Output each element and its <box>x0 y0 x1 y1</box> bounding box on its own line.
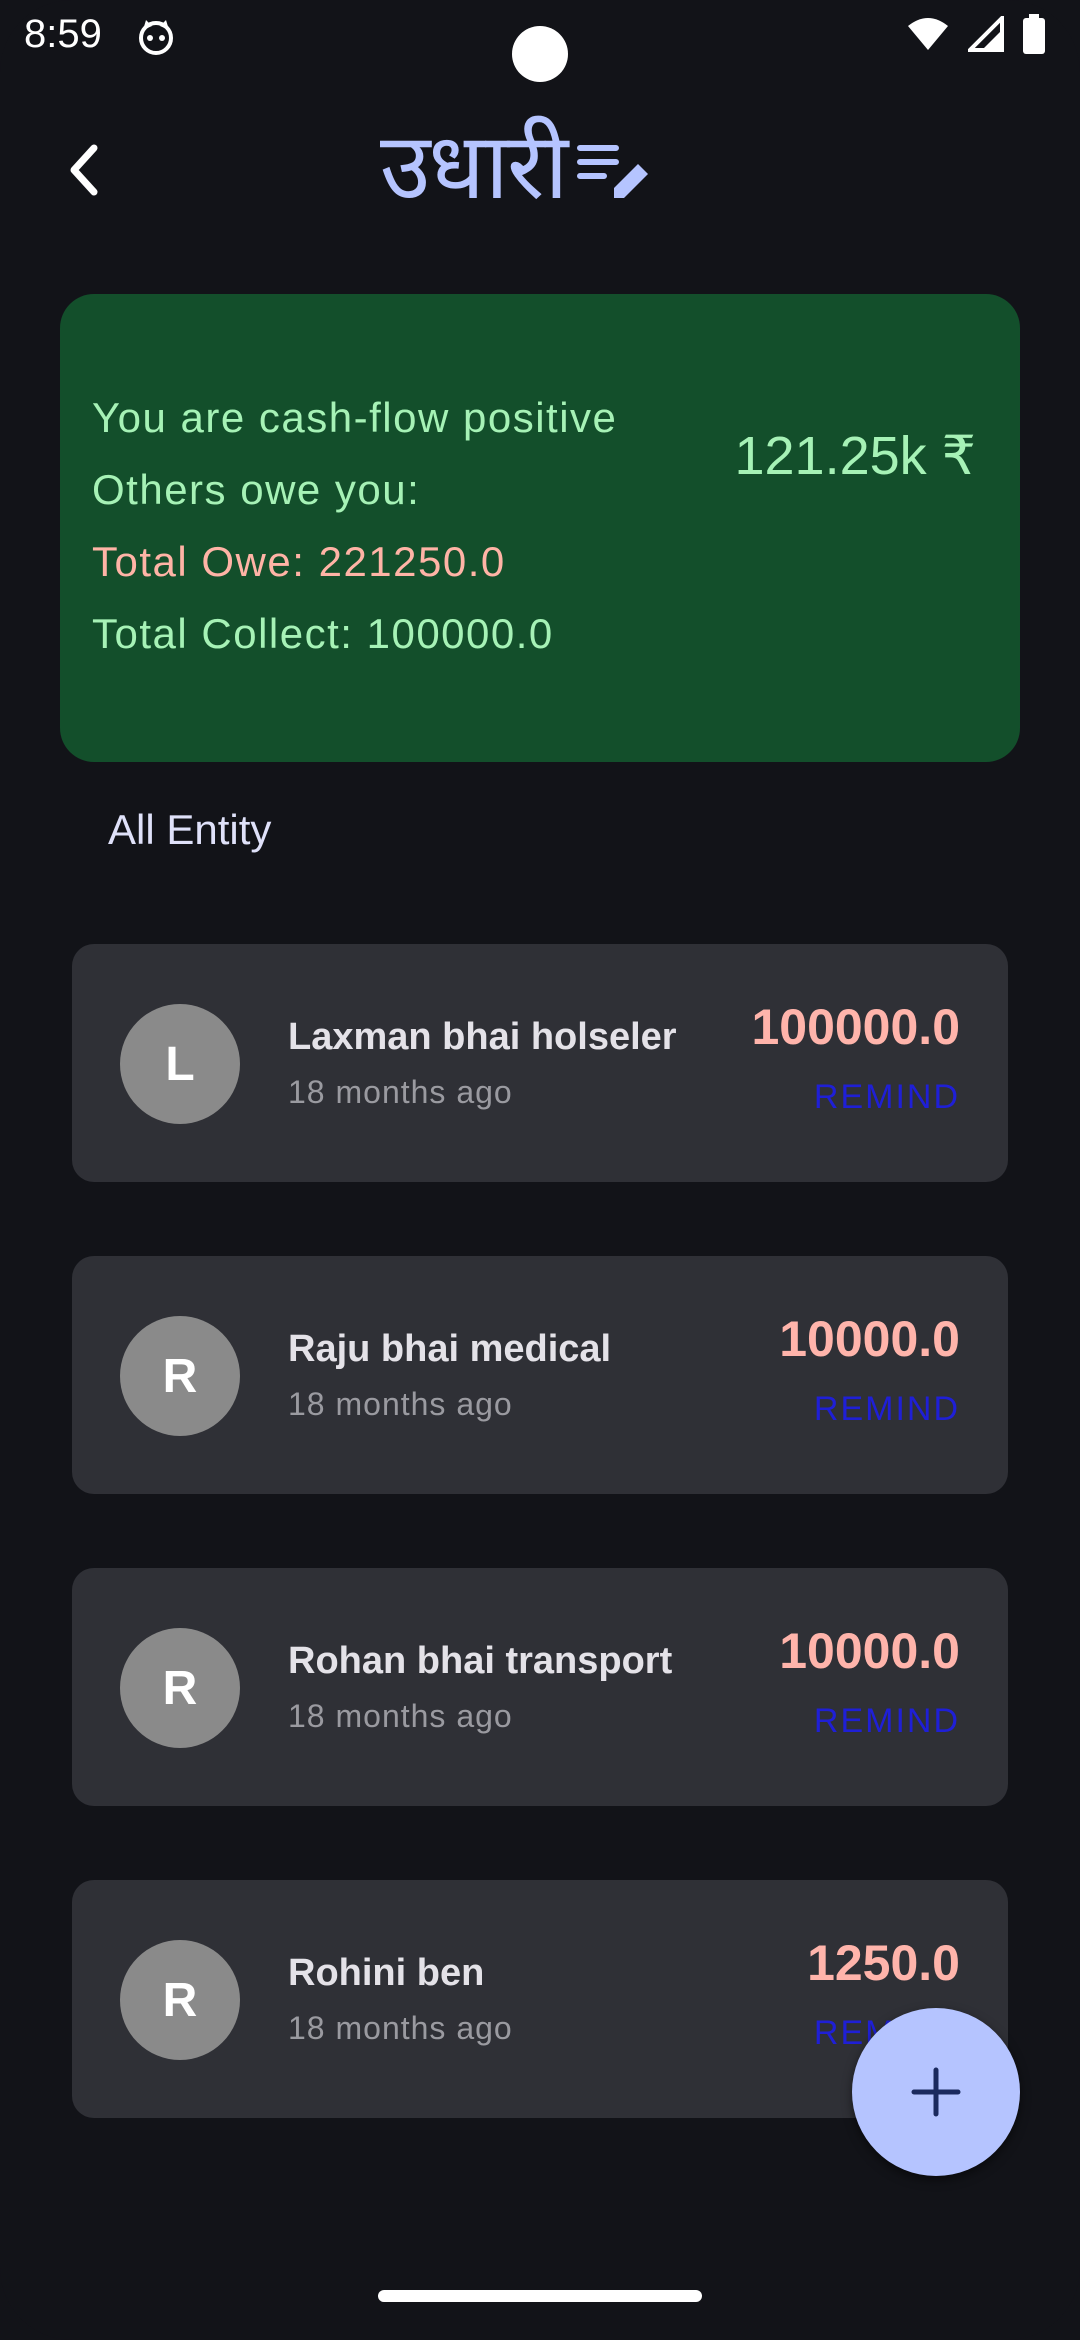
avatar: R <box>120 1940 240 2060</box>
system-icons <box>906 14 1046 54</box>
status-time: 8:59 <box>24 12 102 56</box>
summary-total-collect: Total Collect: 100000.0 <box>92 610 554 657</box>
entity-amount: 10000.0 <box>779 1311 960 1367</box>
summary-total-owe: Total Owe: 221250.0 <box>92 538 506 585</box>
entity-time-ago: 18 months ago <box>288 2010 513 2046</box>
cat-icon <box>139 20 173 55</box>
entity-card[interactable]: R Rohan bhai transport 18 months ago 100… <box>72 1568 1008 1806</box>
avatar: L <box>120 1004 240 1124</box>
entity-amount: 10000.0 <box>779 1623 960 1679</box>
summary-status: You are cash-flow positive <box>92 394 618 441</box>
entity-card[interactable]: R Raju bhai medical 18 months ago 10000.… <box>72 1256 1008 1494</box>
app-title: उधारी <box>380 100 652 225</box>
entity-name: Rohan bhai transport <box>288 1640 673 1682</box>
wifi-icon <box>908 18 948 50</box>
add-entity-button[interactable] <box>852 2008 1020 2176</box>
entity-time-ago: 18 months ago <box>288 1698 513 1734</box>
page-title: उधारी <box>380 113 568 220</box>
front-camera <box>512 26 568 82</box>
remind-button[interactable]: REMIND <box>814 1078 960 1117</box>
entity-amount: 1250.0 <box>807 1935 960 1991</box>
plus-icon <box>911 2067 961 2117</box>
summary-card: You are cash-flow positive Others owe yo… <box>60 294 1020 762</box>
signal-icon <box>968 16 1004 52</box>
battery-icon <box>1023 14 1045 54</box>
avatar: R <box>120 1628 240 1748</box>
entity-card[interactable]: L Laxman bhai holseler 18 months ago 100… <box>72 944 1008 1182</box>
section-title: All Entity <box>108 806 272 853</box>
chevron-left-icon[interactable] <box>60 140 108 200</box>
status-bar: 8:59 <box>0 0 1080 82</box>
remind-button[interactable]: REMIND <box>814 1390 960 1429</box>
app-screen: 8:59 उधारी You are cash-flow positive Ot… <box>0 0 1080 2340</box>
edit-note-icon <box>577 144 649 198</box>
summary-net-amount: 121.25k ₹ <box>734 426 976 486</box>
entity-time-ago: 18 months ago <box>288 1074 513 1110</box>
entity-name: Raju bhai medical <box>288 1328 612 1370</box>
entity-name: Laxman bhai holseler <box>288 1016 677 1058</box>
avatar: R <box>120 1316 240 1436</box>
remind-button[interactable]: REMIND <box>814 1702 960 1741</box>
entity-name: Rohini ben <box>288 1952 485 1994</box>
entity-time-ago: 18 months ago <box>288 1386 513 1422</box>
summary-subtitle: Others owe you: <box>92 466 421 513</box>
entity-amount: 100000.0 <box>751 999 960 1055</box>
home-indicator[interactable] <box>378 2290 702 2302</box>
